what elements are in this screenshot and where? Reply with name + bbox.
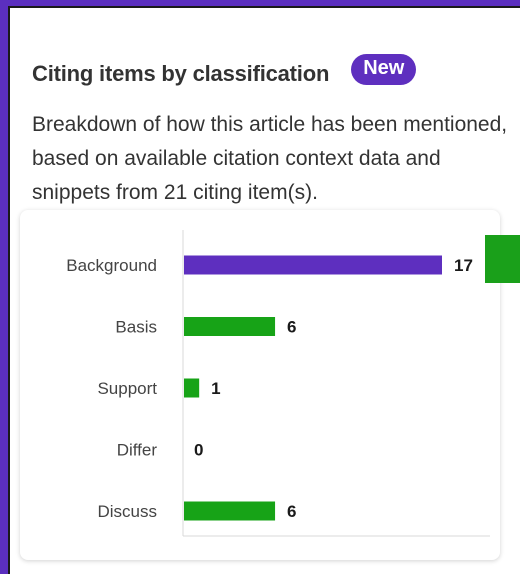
category-label-support: Support [97,379,157,398]
value-label-background: 17 [454,256,473,275]
value-label-basis: 6 [287,318,296,337]
classification-chart-card: Background 17 Basis 6 Support 1 Differ 0 Discuss… [20,210,500,560]
panel-title: Citing items by classification [32,60,330,86]
classification-bar-chart: Background 17 Basis 6 Support 1 Differ 0 Discuss… [66,230,490,537]
category-label-basis: Basis [115,318,157,337]
value-label-discuss: 6 [287,502,296,521]
side-accent [485,235,520,283]
bar-basis[interactable] [184,317,276,336]
bar-discuss[interactable] [184,501,276,521]
bar-background[interactable] [184,255,442,275]
panel-heading: Citing items by classification New [32,54,417,89]
new-badge: New [351,54,417,85]
category-label-background: Background [66,256,157,275]
value-label-differ: 0 [194,441,203,460]
category-label-discuss: Discuss [97,502,157,521]
category-label-differ: Differ [117,441,158,460]
panel-description: Breakdown of how this article has been m… [32,113,508,204]
bar-support[interactable] [184,378,200,398]
value-label-support: 1 [211,379,220,398]
